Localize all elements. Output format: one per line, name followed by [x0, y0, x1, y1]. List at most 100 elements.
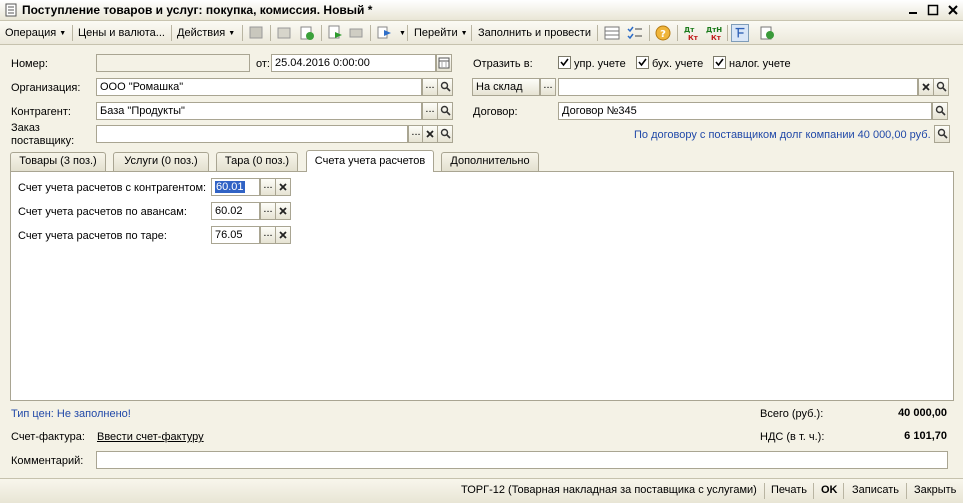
checkmark-icon: [638, 58, 647, 67]
organization-label: Организация:: [11, 82, 81, 94]
svg-text:ДтН: ДтН: [706, 26, 722, 34]
organization-search-button[interactable]: [437, 78, 453, 96]
number-field[interactable]: [96, 54, 250, 72]
structure-icon[interactable]: [275, 24, 293, 42]
warehouse-mode-button[interactable]: На склад: [472, 78, 540, 96]
mgmt-accounting-label: упр. учете: [574, 58, 626, 70]
order-search-button[interactable]: [437, 125, 453, 143]
tare-account-field[interactable]: 76.05: [211, 226, 260, 244]
maximize-icon[interactable]: [926, 3, 940, 17]
contractor-account-field[interactable]: 60.01: [211, 178, 260, 196]
search-icon: [440, 128, 451, 139]
tab-tare[interactable]: Тара (0 поз.): [216, 152, 298, 171]
print-icon[interactable]: [347, 24, 365, 42]
bookkeeping-checkbox[interactable]: [636, 56, 649, 69]
contract-search-button[interactable]: [932, 102, 948, 120]
enter-invoice-link[interactable]: Ввести счет-фактуру: [97, 431, 204, 443]
warehouse-clear-button[interactable]: [918, 78, 934, 96]
debit-credit-tax-icon[interactable]: ДтН Кт: [705, 24, 723, 42]
search-icon: [935, 105, 946, 116]
checklist-icon[interactable]: [626, 24, 644, 42]
fill-and-post-button[interactable]: Заполнить и провести: [478, 25, 591, 41]
contractor-field[interactable]: База "Продукты": [96, 102, 422, 120]
price-type-link[interactable]: Тип цен: Не заполнено!: [11, 408, 131, 420]
svg-text:Дт: Дт: [684, 26, 695, 34]
number-label: Номер:: [11, 58, 48, 70]
tab-goods[interactable]: Товары (3 поз.): [10, 152, 106, 171]
advances-account-select-button[interactable]: ...: [260, 202, 276, 220]
post-icon[interactable]: [247, 24, 265, 42]
checkmark-icon: [715, 58, 724, 67]
vat-label: НДС (в т. ч.):: [760, 431, 825, 443]
calendar-icon: [438, 57, 450, 69]
list-icon[interactable]: [603, 24, 621, 42]
advances-account-clear-button[interactable]: [275, 202, 291, 220]
tare-account-label: Счет учета расчетов по таре:: [18, 230, 167, 242]
close-icon[interactable]: [946, 3, 960, 17]
total-value: 40 000,00: [898, 407, 947, 419]
contractor-select-button[interactable]: ...: [422, 102, 438, 120]
mgmt-accounting-checkbox[interactable]: [558, 56, 571, 69]
supplier-order-field[interactable]: [96, 125, 408, 143]
organization-field[interactable]: ООО "Ромашка": [96, 78, 422, 96]
advances-account-label: Счет учета расчетов по авансам:: [18, 206, 187, 218]
tab-services[interactable]: Услуги (0 поз.): [113, 152, 209, 171]
clear-icon: [279, 207, 287, 215]
debt-info-search-button[interactable]: [934, 125, 950, 143]
warehouse-mode-select-button[interactable]: ...: [540, 78, 556, 96]
actions-menu[interactable]: Действия ▼: [177, 25, 235, 41]
chevron-down-icon[interactable]: ▼: [399, 30, 406, 37]
order-clear-button[interactable]: [422, 125, 438, 143]
copy-document-icon[interactable]: [326, 24, 344, 42]
close-button[interactable]: Закрыть: [914, 484, 956, 496]
comment-label: Комментарий:: [11, 455, 84, 467]
operation-menu[interactable]: Операция ▼: [5, 25, 66, 41]
goto-menu[interactable]: Перейти ▼: [414, 25, 468, 41]
tab-settlement-accounts[interactable]: Счета учета расчетов: [306, 150, 434, 172]
warehouse-field[interactable]: [558, 78, 918, 96]
svg-text:Кт: Кт: [688, 34, 699, 42]
debt-info-link[interactable]: По договору с поставщиком долг компании …: [634, 129, 931, 141]
organization-select-button[interactable]: ...: [422, 78, 438, 96]
torg12-print-button[interactable]: ТОРГ-12 (Товарная накладная за поставщик…: [461, 484, 757, 496]
contractor-account-select-button[interactable]: ...: [260, 178, 276, 196]
checkmark-icon: [560, 58, 569, 67]
tare-account-select-button[interactable]: ...: [260, 226, 276, 244]
window-title: Поступление товаров и услуг: покупка, ко…: [22, 3, 373, 17]
ok-button[interactable]: OK: [821, 484, 838, 496]
vat-value: 6 101,70: [904, 430, 947, 442]
title-bar: Поступление товаров и услуг: покупка, ко…: [0, 0, 963, 21]
order-label-line2: поставщику:: [11, 135, 75, 147]
based-on-icon[interactable]: [376, 24, 394, 42]
warehouse-search-button[interactable]: [933, 78, 949, 96]
document-journal-icon[interactable]: [758, 24, 776, 42]
debit-credit-icon[interactable]: Дт Кт: [682, 24, 700, 42]
tab-additional[interactable]: Дополнительно: [441, 152, 539, 171]
calendar-button[interactable]: [436, 54, 452, 72]
print-button[interactable]: Печать: [771, 484, 807, 496]
contractor-account-label: Счет учета расчетов с контрагентом:: [18, 182, 207, 194]
minimize-icon[interactable]: [906, 3, 920, 17]
invoice-label: Счет-фактура:: [11, 431, 85, 443]
tax-accounting-checkbox[interactable]: [713, 56, 726, 69]
tree-structure-icon[interactable]: [731, 24, 749, 42]
search-icon: [440, 105, 451, 116]
contract-field[interactable]: Договор №345: [558, 102, 932, 120]
tax-accounting-label: налог. учете: [729, 58, 791, 70]
date-field[interactable]: 25.04.2016 0:00:00: [271, 54, 436, 72]
contractor-search-button[interactable]: [437, 102, 453, 120]
save-button[interactable]: Записать: [852, 484, 899, 496]
help-icon[interactable]: ?: [654, 24, 672, 42]
bookkeeping-label: бух. учете: [652, 58, 704, 70]
contractor-label: Контрагент:: [11, 106, 71, 118]
date-label: от:: [256, 58, 270, 70]
contractor-account-clear-button[interactable]: [275, 178, 291, 196]
clear-icon: [426, 130, 434, 138]
comment-field[interactable]: [96, 451, 948, 469]
refresh-icon[interactable]: [298, 24, 316, 42]
prices-currency-button[interactable]: Цены и валюта...: [78, 25, 165, 41]
total-label: Всего (руб.):: [760, 408, 824, 420]
clear-icon: [279, 183, 287, 191]
advances-account-field[interactable]: 60.02: [211, 202, 260, 220]
tare-account-clear-button[interactable]: [275, 226, 291, 244]
